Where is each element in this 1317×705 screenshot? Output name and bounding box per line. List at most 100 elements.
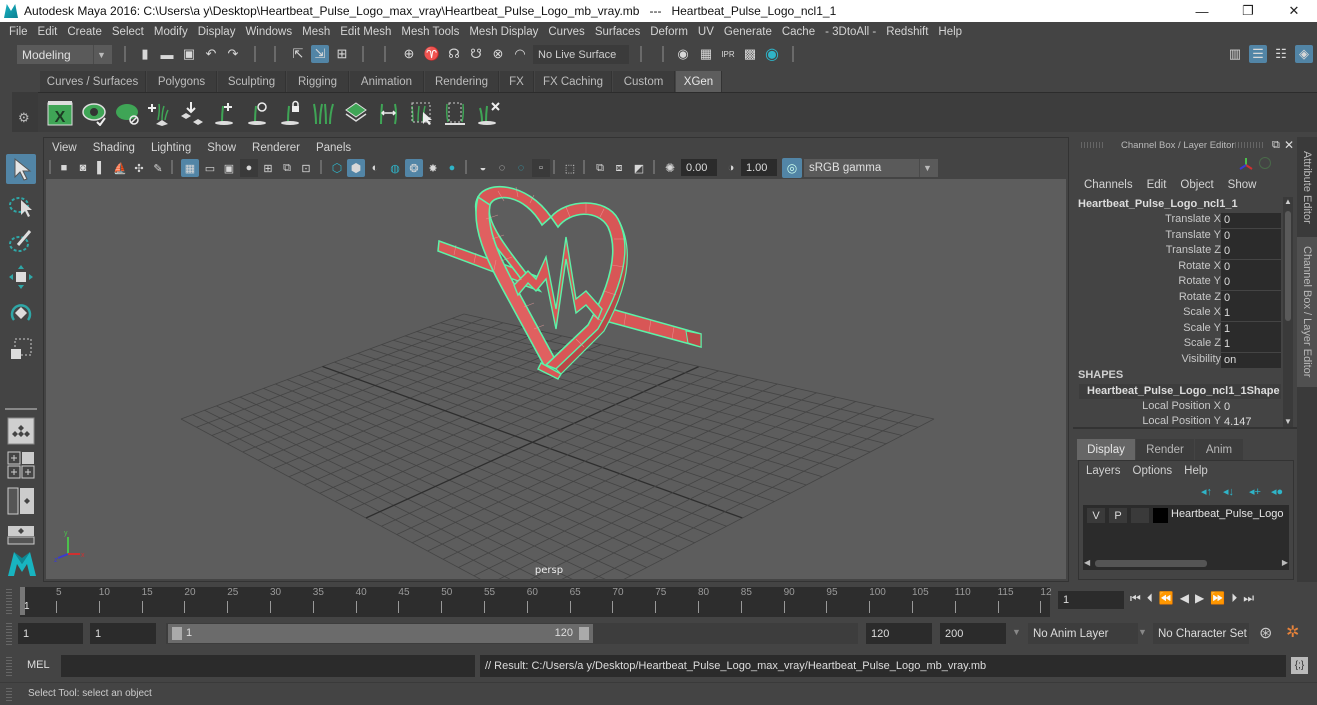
- chevron-down-icon[interactable]: ▼: [1012, 627, 1021, 637]
- range-slider-bar[interactable]: 1 120: [168, 624, 593, 643]
- channel-row[interactable]: Translate X0: [1073, 213, 1283, 228]
- menu-uv[interactable]: UV: [693, 26, 719, 38]
- snap-point-icon[interactable]: ☊: [445, 45, 463, 63]
- menu-redshift[interactable]: Redshift: [881, 26, 933, 38]
- grease-pencil-icon[interactable]: ✎: [149, 159, 167, 177]
- step-forward-frame-icon[interactable]: ⏵: [1231, 591, 1237, 606]
- drag-handle[interactable]: [6, 623, 12, 645]
- step-forward-key-icon[interactable]: ⏩: [1210, 591, 1225, 606]
- scrollbar-thumb[interactable]: [1285, 211, 1291, 321]
- play-backward-icon[interactable]: ◀: [1180, 591, 1189, 606]
- 3d-viewport[interactable]: y x z persp: [46, 179, 1066, 579]
- channel-row[interactable]: Rotate Z0: [1073, 291, 1283, 306]
- go-to-start-icon[interactable]: ⏮: [1130, 591, 1141, 606]
- isolate-select-icon[interactable]: ⬚: [561, 159, 579, 177]
- delete-guides-icon[interactable]: [474, 99, 502, 127]
- bookmarks-icon[interactable]: ▌: [92, 159, 110, 177]
- menu-windows[interactable]: Windows: [240, 26, 297, 38]
- menu-edit[interactable]: Edit: [33, 26, 63, 38]
- xray-joints-icon[interactable]: ◌: [493, 159, 511, 177]
- shelf-settings-gear-icon[interactable]: ⚙: [18, 110, 30, 126]
- menu-deform[interactable]: Deform: [645, 26, 693, 38]
- redo-icon[interactable]: ↷: [224, 45, 242, 63]
- hud-icon[interactable]: ⧉: [591, 159, 609, 177]
- toggle-preview-icon[interactable]: [80, 99, 108, 127]
- channel-value[interactable]: 0: [1221, 260, 1281, 275]
- scroll-down-arrow-icon[interactable]: ▼: [1284, 417, 1292, 426]
- shelf-tab-polygons[interactable]: Polygons: [147, 71, 217, 92]
- shelf-tab-fx-caching[interactable]: FX Caching: [535, 71, 612, 92]
- new-scene-icon[interactable]: ▮: [136, 45, 154, 63]
- scrollbar-thumb[interactable]: [1095, 560, 1207, 567]
- safe-action-icon[interactable]: ⧉: [278, 159, 296, 177]
- gamma-field[interactable]: 1.00: [741, 159, 777, 176]
- menu-select[interactable]: Select: [107, 26, 149, 38]
- channel-value[interactable]: 0: [1221, 400, 1281, 415]
- scale-tool-icon[interactable]: [6, 334, 36, 364]
- channel-row[interactable]: Rotate X0: [1073, 260, 1283, 275]
- shelf-tab-custom[interactable]: Custom: [613, 71, 675, 92]
- cb-menu-edit[interactable]: Edit: [1147, 179, 1167, 191]
- drag-handle[interactable]: [6, 588, 12, 614]
- tool-settings-toggle-icon[interactable]: ☷: [1272, 45, 1290, 63]
- step-back-frame-icon[interactable]: ⏴: [1147, 591, 1153, 606]
- range-end-handle[interactable]: [579, 627, 589, 640]
- play-forward-icon[interactable]: ▶: [1195, 591, 1204, 606]
- place-guides-icon[interactable]: [177, 99, 205, 127]
- channel-box-scrollbar[interactable]: ▲ ▼: [1283, 197, 1293, 427]
- menu-generate[interactable]: Generate: [719, 26, 777, 38]
- menu-mesh-display[interactable]: Mesh Display: [464, 26, 543, 38]
- layer-tab-display[interactable]: Display: [1077, 439, 1135, 460]
- channel-value[interactable]: 0: [1221, 244, 1281, 259]
- drag-handle[interactable]: [6, 656, 12, 676]
- channel-value[interactable]: 1: [1221, 306, 1281, 321]
- playback-end-field[interactable]: 120: [866, 623, 932, 644]
- menu-cache[interactable]: Cache: [777, 26, 820, 38]
- grid-toggle-icon[interactable]: ▦: [181, 159, 199, 177]
- scroll-right-arrow-icon[interactable]: ▶: [1282, 558, 1288, 567]
- layer-color-swatch[interactable]: [1153, 508, 1168, 523]
- scene-canvas[interactable]: y x z persp: [46, 179, 1066, 579]
- select-guides-icon[interactable]: [408, 99, 436, 127]
- time-slider-track[interactable]: 1 5 10 15 20 25 30 35 40 45 50 55 60 65 70 75 80 85 90 95 1…: [20, 587, 1052, 617]
- channel-value[interactable]: 1: [1221, 322, 1281, 337]
- channel-row[interactable]: Translate Y0: [1073, 229, 1283, 244]
- channel-value[interactable]: 0: [1221, 229, 1281, 244]
- move-tool-icon[interactable]: [6, 262, 36, 292]
- snap-grid-icon[interactable]: ⊕: [400, 45, 418, 63]
- 2d-pan-zoom-icon[interactable]: ✣: [130, 159, 148, 177]
- wireframe-icon[interactable]: ⬡: [328, 159, 346, 177]
- panel-drag-handle[interactable]: [1235, 142, 1265, 148]
- go-to-end-icon[interactable]: ⏭: [1243, 591, 1254, 606]
- render-settings-icon[interactable]: ▩: [741, 45, 759, 63]
- channel-value[interactable]: 0: [1221, 213, 1281, 228]
- drag-handle[interactable]: [6, 687, 12, 701]
- camera-attributes-icon[interactable]: ◙: [74, 159, 92, 177]
- gamma-icon[interactable]: ◑: [722, 159, 740, 177]
- add-guide-icon[interactable]: [210, 99, 238, 127]
- resolution-gate-icon[interactable]: ▣: [220, 159, 238, 177]
- menu-curves[interactable]: Curves: [543, 26, 589, 38]
- ipr-render-icon[interactable]: IPR: [719, 45, 737, 63]
- select-object-icon[interactable]: ⇲: [311, 45, 329, 63]
- layer-menu-options[interactable]: Options: [1133, 465, 1173, 477]
- channel-row[interactable]: Rotate Y0: [1073, 275, 1283, 290]
- shelf-tab-curves-surfaces[interactable]: Curves / Surfaces: [40, 71, 146, 92]
- save-scene-icon[interactable]: ▣: [180, 45, 198, 63]
- panel-drag-handle[interactable]: [1081, 142, 1105, 148]
- shelf-tab-fx[interactable]: FX: [500, 71, 534, 92]
- snap-live-icon[interactable]: ⊗: [489, 45, 507, 63]
- paint-select-tool-icon[interactable]: [6, 226, 36, 256]
- safe-title-icon[interactable]: ⊡: [297, 159, 315, 177]
- channel-value[interactable]: 1: [1221, 337, 1281, 352]
- channel-row[interactable]: Scale Z1: [1073, 337, 1283, 352]
- new-layer-from-selected-icon[interactable]: ◂●: [1271, 485, 1283, 498]
- select-tool-icon[interactable]: [6, 154, 36, 184]
- smooth-shade-icon[interactable]: ⬢: [347, 159, 365, 177]
- heartbeat-pulse-logo-mesh[interactable]: [437, 186, 702, 380]
- single-pane-layout-icon[interactable]: [6, 416, 36, 446]
- exposure-field[interactable]: 0.00: [681, 159, 717, 176]
- manipulator-icon[interactable]: [1239, 157, 1253, 171]
- panel-menu-shading[interactable]: Shading: [91, 142, 141, 154]
- sculpt-guide-icon[interactable]: [243, 99, 271, 127]
